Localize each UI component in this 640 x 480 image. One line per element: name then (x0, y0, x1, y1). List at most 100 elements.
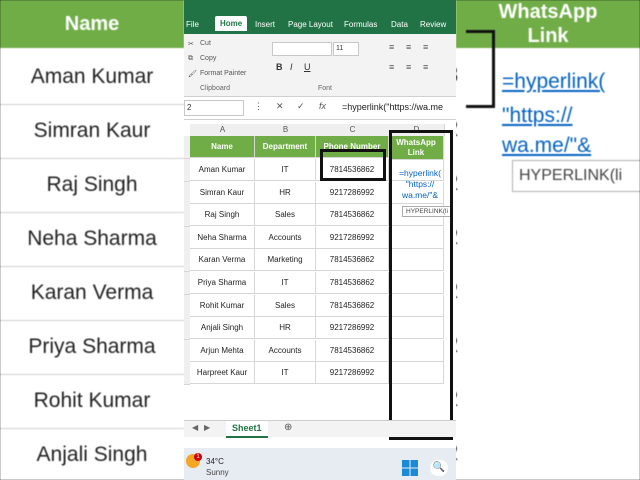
bg-header-whatsapp-line1: WhatsApp (498, 1, 598, 23)
bg-tooltip: HYPERLINK(li (512, 160, 640, 192)
tab-data[interactable]: Data (391, 20, 408, 29)
formula-bar: 2 ⋮ ✕ ✓ fx =hyperlink("https://wa.me (184, 97, 456, 120)
row-header[interactable] (184, 136, 190, 159)
tab-insert[interactable]: Insert (255, 20, 275, 29)
copy-button[interactable]: Copy (200, 55, 216, 62)
align-top-icon[interactable]: ≡ (389, 42, 394, 52)
table-cell[interactable]: Rohit Kumar (190, 294, 255, 317)
align-center-icon[interactable]: ≡ (406, 62, 411, 72)
font-group-label: Font (318, 85, 333, 92)
font-name-box[interactable] (272, 42, 332, 56)
search-icon[interactable]: 🔍 (430, 460, 448, 476)
bg-name-cell: Rohit Kumar (0, 374, 184, 429)
windows-start-icon[interactable] (402, 460, 418, 476)
table-cell[interactable]: Arjun Mehta (190, 339, 255, 362)
notification-badge: 1 (194, 453, 202, 461)
table-cell[interactable]: 7814536862 (316, 249, 389, 272)
format-painter-icon[interactable]: 🖌 (188, 70, 197, 78)
table-cell[interactable]: 9217286992 (316, 317, 389, 340)
table-cell[interactable]: IT (255, 159, 316, 181)
table-cell[interactable]: 9217286992 (316, 181, 389, 204)
table-cell[interactable]: 7814536862 (316, 339, 389, 362)
align-right-icon[interactable]: ≡ (423, 62, 428, 72)
bg-name-cell: Aman Kumar (0, 50, 184, 105)
font-size-box[interactable]: 11 (333, 42, 359, 56)
table-cell[interactable]: 7814536862 (316, 272, 389, 294)
temperature: 34°C (206, 457, 224, 466)
bg-name-cell: Anjali Singh (0, 428, 184, 480)
sheet-tab-bar: ◀ ▶ Sheet1 ⊕ (184, 420, 456, 438)
table-cell[interactable]: Marketing (255, 249, 316, 272)
tab-file[interactable]: File (186, 20, 199, 29)
bg-selection-frame (466, 30, 495, 108)
italic-button[interactable]: I (290, 62, 293, 72)
bg-name-cell: Raj Singh (0, 158, 184, 213)
header-cell[interactable]: Name (190, 136, 255, 158)
table-cell[interactable]: 9217286992 (316, 362, 389, 385)
table-cell[interactable]: Accounts (255, 226, 316, 249)
tab-page-layout[interactable]: Page Layout (288, 20, 333, 29)
table-cell[interactable]: HR (255, 317, 316, 340)
insert-function-icon[interactable]: fx (319, 101, 326, 111)
format-painter-button[interactable]: Format Painter (200, 70, 246, 77)
table-cell[interactable]: IT (255, 272, 316, 294)
table-cell[interactable]: Anjali Singh (190, 317, 255, 340)
ribbon-tab-bar: File Home Insert Page Layout Formulas Da… (184, 0, 456, 34)
weather-condition: Sunny (206, 468, 229, 477)
tab-review[interactable]: Review (420, 20, 446, 29)
table-cell[interactable]: Accounts (255, 339, 316, 362)
copy-icon[interactable]: ⧉ (188, 55, 193, 63)
bg-name-cell: Priya Sharma (0, 320, 184, 375)
align-bottom-icon[interactable]: ≡ (423, 42, 428, 52)
table-cell[interactable]: IT (255, 362, 316, 385)
table-cell[interactable]: Harpreet Kaur (190, 362, 255, 385)
tab-formulas[interactable]: Formulas (344, 20, 377, 29)
excel-window: File Home Insert Page Layout Formulas Da… (184, 0, 456, 480)
enter-formula-icon[interactable]: ✓ (297, 101, 305, 112)
next-sheet-icon[interactable]: ▶ (204, 423, 210, 432)
cancel-formula-icon[interactable]: ✕ (276, 101, 284, 112)
table-cell[interactable]: Simran Kaur (190, 181, 255, 204)
add-sheet-button[interactable]: ⊕ (284, 422, 292, 433)
align-left-icon[interactable]: ≡ (389, 62, 394, 72)
bold-button[interactable]: B (276, 62, 283, 72)
table-cell[interactable]: 9217286992 (316, 226, 389, 249)
bg-hyper-line-1: =hyperlink( (502, 70, 606, 93)
bg-header-whatsapp-line2: Link (527, 25, 569, 47)
bg-name-cell: Neha Sharma (0, 212, 184, 267)
bg-hyper-line-3: wa.me/"& (502, 134, 592, 157)
align-middle-icon[interactable]: ≡ (406, 42, 411, 52)
table-cell[interactable]: 7814536862 (316, 204, 389, 227)
table-cell[interactable]: Karan Verma (190, 249, 255, 272)
column-header-a[interactable]: A (190, 124, 256, 136)
tab-home[interactable]: Home (215, 16, 248, 31)
cut-button[interactable]: Cut (200, 40, 211, 47)
ribbon-home: ✂ Cut ⧉ Copy 🖌 Format Painter Clipboard … (184, 34, 456, 97)
bg-name-cell: Karan Verma (0, 266, 184, 321)
column-header-c[interactable]: C (316, 124, 390, 136)
more-icon: ⋮ (254, 101, 263, 111)
table-cell[interactable]: Neha Sharma (190, 226, 255, 249)
bg-hyper-line-2: "https:// (502, 104, 573, 127)
table-cell[interactable]: Raj Singh (190, 204, 255, 227)
table-cell[interactable]: Aman Kumar (190, 159, 255, 181)
column-header-b[interactable]: B (255, 124, 317, 136)
scissors-icon[interactable]: ✂ (188, 40, 194, 48)
selected-phone-cell-frame (320, 149, 386, 181)
table-cell[interactable]: HR (255, 181, 316, 204)
table-cell[interactable]: Sales (255, 204, 316, 227)
sheet-tab-sheet1[interactable]: Sheet1 (226, 421, 268, 438)
taskbar: 1 34°C Sunny 🔍 (184, 448, 456, 480)
formula-input[interactable]: =hyperlink("https://wa.me (342, 102, 443, 112)
whatsapp-column-highlight (389, 130, 453, 440)
bg-name-cell: Simran Kaur (0, 104, 184, 159)
table-cell[interactable]: Priya Sharma (190, 272, 255, 294)
table-cell[interactable]: Sales (255, 294, 316, 317)
name-box[interactable]: 2 (184, 100, 244, 116)
table-cell[interactable]: 7814536862 (316, 294, 389, 317)
header-cell[interactable]: Department (255, 136, 316, 158)
bg-header-name: Name (0, 0, 184, 48)
prev-sheet-icon[interactable]: ◀ (192, 423, 198, 432)
clipboard-group-label: Clipboard (200, 85, 230, 92)
underline-button[interactable]: U (304, 62, 311, 72)
